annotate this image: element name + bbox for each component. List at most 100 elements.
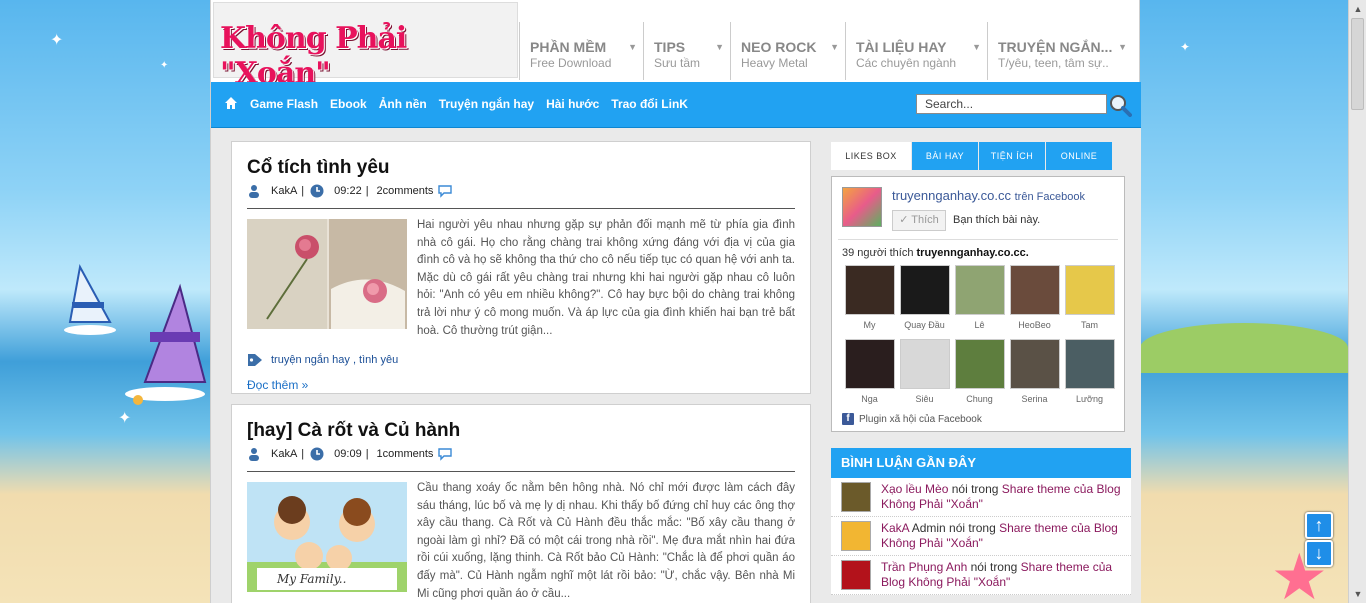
- top-nav-subtitle: Heavy Metal: [741, 56, 808, 70]
- fan-name[interactable]: My: [842, 320, 897, 330]
- fan-name[interactable]: Serina: [1007, 394, 1062, 404]
- fb-plugin-text[interactable]: Plugin xã hội của Facebook: [859, 414, 982, 425]
- comment-bubble-icon[interactable]: [437, 447, 453, 461]
- post-author[interactable]: KakA: [271, 448, 297, 460]
- scroll-down-icon[interactable]: ▼: [1351, 587, 1365, 601]
- fan-avatar[interactable]: [899, 339, 950, 389]
- post-meta: KakA | 09:22 | 2comments: [247, 184, 453, 198]
- fan-face[interactable]: Lê: [952, 265, 1007, 330]
- background-beach-left: ✦ ✦ ✦: [0, 0, 210, 603]
- fan-face[interactable]: Tam: [1062, 265, 1117, 330]
- sidebar-tab[interactable]: TIỆN ÍCH: [979, 142, 1045, 170]
- fan-name[interactable]: Siêu: [897, 394, 952, 404]
- logo-text: Không Phải "Xoắn": [220, 21, 407, 91]
- fan-face[interactable]: My: [842, 265, 897, 330]
- post-card: Cổ tích tình yêu KakA | 09:22 | 2comments: [231, 141, 811, 394]
- post-comments[interactable]: 1comments: [377, 448, 434, 460]
- top-nav-item[interactable]: NEO ROCK Heavy Metal ▼: [730, 22, 845, 80]
- fan-name[interactable]: Tam: [1062, 320, 1117, 330]
- fan-face[interactable]: HeoBeo: [1007, 265, 1062, 330]
- top-nav-item[interactable]: TÀI LIỆU HAY Các chuyên ngành ▼: [845, 22, 987, 80]
- fan-avatar[interactable]: [844, 265, 895, 315]
- fan-avatar[interactable]: [1009, 339, 1060, 389]
- fan-name[interactable]: Lê: [952, 320, 1007, 330]
- fan-avatar[interactable]: [1064, 339, 1115, 389]
- tag-links[interactable]: truyện ngắn hay , tình yêu: [271, 354, 398, 366]
- meta-sep: |: [365, 185, 369, 197]
- fan-face[interactable]: Chung: [952, 339, 1007, 404]
- top-nav-item[interactable]: TIPS Sưu tầm ▼: [643, 22, 730, 80]
- sidebar-tab[interactable]: ONLINE: [1046, 142, 1112, 170]
- post-comments[interactable]: 2comments: [377, 185, 434, 197]
- fan-name[interactable]: HeoBeo: [1007, 320, 1062, 330]
- commenter-name[interactable]: Trần Phụng Anh: [881, 560, 967, 574]
- category-link[interactable]: Trao đổi LinK: [611, 97, 688, 111]
- divider: [838, 239, 1118, 240]
- comment-bubble-icon[interactable]: [437, 184, 453, 198]
- sidebar-tab[interactable]: LIKES BOX: [831, 142, 911, 170]
- fan-face[interactable]: Siêu: [897, 339, 952, 404]
- site-logo[interactable]: Không Phải "Xoắn": [213, 2, 518, 91]
- post-thumbnail[interactable]: My Family..: [247, 482, 407, 592]
- fan-name[interactable]: Nga: [842, 394, 897, 404]
- post-tags: truyện ngắn hay , tình yêu: [247, 353, 398, 367]
- home-icon[interactable]: [224, 96, 238, 110]
- chevron-down-icon: ▼: [830, 42, 839, 52]
- sidebar-tab[interactable]: BÀI HAY: [912, 142, 978, 170]
- post-title[interactable]: Cổ tích tình yêu: [247, 157, 390, 179]
- fan-name[interactable]: Quay Đầu: [897, 320, 952, 330]
- fb-page-line: truyennganhay.co.cc trên Facebook: [892, 188, 1085, 203]
- fb-plugin-note: f Plugin xã hội của Facebook: [842, 413, 982, 425]
- like-count-page[interactable]: truyennganhay.co.cc.: [917, 247, 1029, 259]
- commenter-avatar[interactable]: [841, 482, 871, 512]
- top-nav-item[interactable]: TRUYỆN NGẮN... T/yêu, teen, tâm sự.. ▼: [987, 22, 1133, 80]
- scroll-bottom-button[interactable]: ↓: [1305, 540, 1333, 567]
- category-link[interactable]: Game Flash: [250, 97, 318, 111]
- fan-face[interactable]: Quay Đầu: [897, 265, 952, 330]
- search-input[interactable]: [916, 94, 1107, 114]
- commenter-avatar[interactable]: [841, 560, 871, 590]
- post-thumbnail[interactable]: [247, 219, 407, 329]
- top-nav-title: TRUYỆN NGẮN...: [998, 39, 1113, 55]
- top-nav-item[interactable]: PHẦN MỀM Free Download ▼: [519, 22, 643, 80]
- like-button[interactable]: ✓ Thích: [892, 210, 946, 231]
- scroll-top-button[interactable]: ↑: [1305, 512, 1333, 539]
- fan-avatar[interactable]: [899, 265, 950, 315]
- fan-name[interactable]: Chung: [952, 394, 1007, 404]
- commenter-avatar[interactable]: [841, 521, 871, 551]
- fan-face[interactable]: Serina: [1007, 339, 1062, 404]
- page-avatar[interactable]: [842, 187, 882, 227]
- facebook-likebox: truyennganhay.co.cc trên Facebook ✓ Thíc…: [831, 176, 1125, 432]
- fb-page-name[interactable]: truyennganhay.co.cc: [892, 188, 1011, 203]
- commenter-name[interactable]: KakA: [881, 521, 909, 535]
- author-icon: [249, 448, 259, 461]
- chevron-down-icon: ▼: [628, 42, 637, 52]
- fan-face[interactable]: Nga: [842, 339, 897, 404]
- comment-mid: nói trong: [945, 521, 1000, 535]
- category-link[interactable]: Truyện ngắn hay: [439, 97, 534, 111]
- page-scrollbar[interactable]: ▲ ▼: [1348, 0, 1366, 603]
- fan-avatar[interactable]: [844, 339, 895, 389]
- commenter-name[interactable]: Xạo lều Mèo: [881, 482, 948, 496]
- comment-mid: nói trong: [967, 560, 1021, 574]
- scroll-thumb[interactable]: [1351, 18, 1364, 110]
- fan-avatar[interactable]: [1009, 265, 1060, 315]
- category-link[interactable]: Ebook: [330, 97, 367, 111]
- search-icon[interactable]: [1108, 93, 1132, 117]
- fan-avatar[interactable]: [1064, 265, 1115, 315]
- fan-avatar[interactable]: [954, 265, 1005, 315]
- fan-name[interactable]: Lưỡng: [1062, 394, 1117, 404]
- category-link[interactable]: Hài hước: [546, 97, 599, 111]
- post-title[interactable]: [hay] Cà rốt và Củ hành: [247, 420, 460, 442]
- post-author[interactable]: KakA: [271, 185, 297, 197]
- island: [1140, 323, 1348, 373]
- fan-avatar[interactable]: [954, 339, 1005, 389]
- fan-face[interactable]: Lưỡng: [1062, 339, 1117, 404]
- scroll-up-icon[interactable]: ▲: [1351, 2, 1365, 16]
- top-nav-title: PHẦN MỀM: [530, 39, 607, 55]
- top-nav-subtitle: Free Download: [530, 56, 612, 70]
- post-time: 09:22: [334, 185, 362, 197]
- like-count-text: 39 người thích: [842, 247, 917, 259]
- read-more-link[interactable]: Đọc thêm »: [247, 378, 308, 392]
- category-link[interactable]: Ảnh nền: [379, 97, 427, 111]
